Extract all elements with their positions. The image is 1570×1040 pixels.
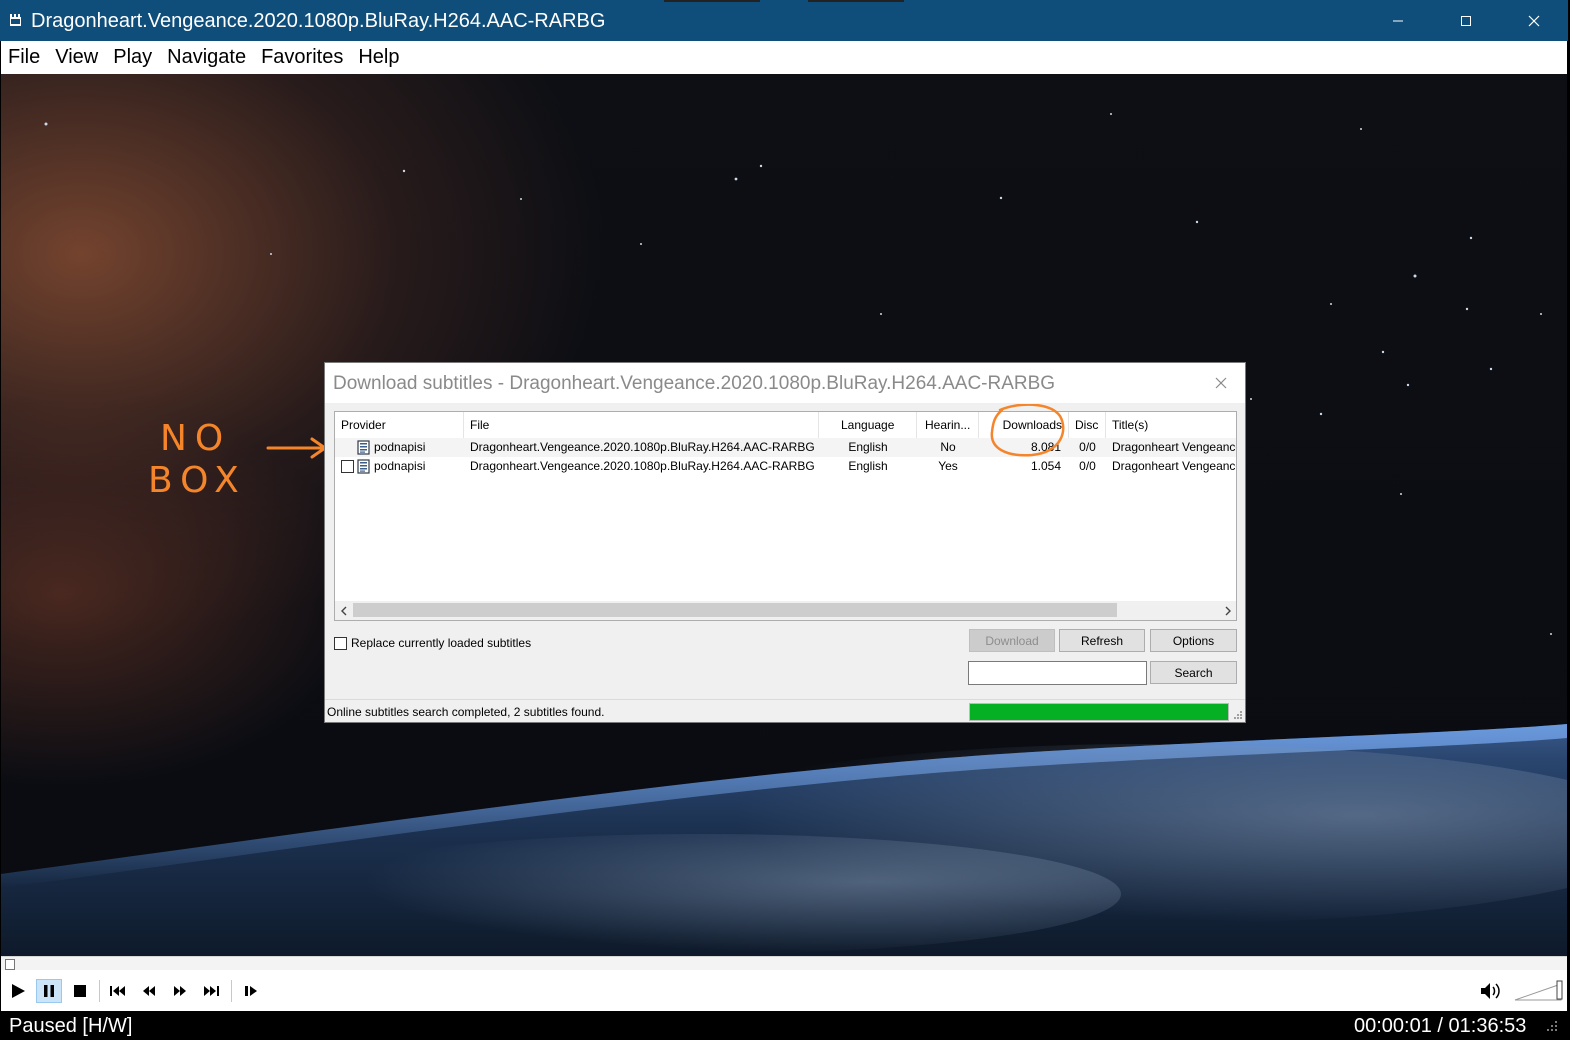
annotation-arrow-icon [266,437,327,459]
minimize-icon [1393,20,1403,21]
player-status-bar: Paused [H/W] 00:00:01 / 01:36:53 [1,1011,1567,1040]
skip-next-icon [204,986,219,996]
column-hearing[interactable]: Hearin... [917,412,979,438]
fast-forward-button[interactable] [167,979,193,1003]
scroll-thumb[interactable] [353,603,1117,617]
resize-grip-icon[interactable] [1233,710,1243,720]
skip-previous-button[interactable] [105,979,131,1003]
menu-play[interactable]: Play [113,46,152,69]
dialog-close-button[interactable] [1209,371,1233,395]
menu-favorites[interactable]: Favorites [261,46,343,69]
menu-bar: File View Play Navigate Favorites Help [1,41,1567,74]
close-button[interactable] [1500,0,1568,41]
pause-icon [44,985,54,997]
frame-step-icon [245,986,257,996]
time-display: 00:00:01 / 01:36:53 [1354,1015,1527,1037]
chevron-left-icon [340,606,346,615]
mpc-film-icon [10,14,21,26]
download-subtitles-dialog: Download subtitles - Dragonheart.Vengean… [324,362,1246,723]
cell-hearing: No [940,440,956,454]
column-provider[interactable]: Provider [335,412,464,438]
annotation-no: NO [160,418,232,459]
cell-language: English [848,459,888,473]
replace-subtitles-label: Replace currently loaded subtitles [351,636,532,650]
column-file[interactable]: File [464,412,819,438]
menu-help[interactable]: Help [358,46,399,69]
download-button[interactable]: Download [969,629,1055,652]
document-icon [357,459,370,474]
window-title: Dragonheart.Vengeance.2020.1080p.BluRay.… [31,10,606,32]
table-row[interactable]: podnapisi Dragonheart.Vengeance.2020.108… [335,457,1236,476]
play-button[interactable] [5,979,31,1003]
pause-button[interactable] [36,979,62,1003]
cell-file: Dragonheart.Vengeance.2020.1080p.BluRay.… [470,459,815,473]
minimize-button[interactable] [1364,0,1432,41]
seek-bar[interactable] [1,956,1567,970]
status-text: Online subtitles search completed, 2 sub… [327,705,605,719]
cell-downloads: 1.054 [1030,459,1061,473]
skip-previous-icon [110,986,125,996]
maximize-icon [1461,15,1471,26]
list-header: Provider File Language Hearin... Downloa… [335,412,1236,438]
control-separator [99,980,100,1002]
options-button[interactable]: Options [1150,629,1237,652]
cell-titles: Dragonheart Vengeance [1112,459,1236,473]
search-button[interactable]: Search [1150,661,1237,684]
frame-step-button[interactable] [238,979,264,1003]
seek-thumb[interactable] [5,959,15,970]
dialog-status-bar: Online subtitles search completed, 2 sub… [325,699,1245,722]
menu-file[interactable]: File [8,46,40,69]
horizontal-scrollbar[interactable] [335,601,1236,620]
window-titlebar: Dragonheart.Vengeance.2020.1080p.BluRay.… [0,0,1568,41]
cell-language: English [848,440,888,454]
rewind-icon [143,986,155,996]
search-input[interactable] [968,661,1147,685]
dialog-titlebar: Download subtitles - Dragonheart.Vengean… [325,363,1245,403]
cell-provider: podnapisi [374,459,426,473]
titlebar-accent [808,0,904,2]
control-separator [231,980,232,1002]
progress-fill [970,704,1228,720]
replace-subtitles-checkbox[interactable]: Replace currently loaded subtitles [334,635,531,651]
cell-disc: 0/0 [1079,440,1096,454]
speaker-icon[interactable] [1477,979,1503,1003]
rewind-button[interactable] [136,979,162,1003]
document-icon [357,440,370,455]
fast-forward-icon [174,986,186,996]
menu-navigate[interactable]: Navigate [167,46,246,69]
column-language[interactable]: Language [819,412,917,438]
maximize-button[interactable] [1432,0,1500,41]
checkbox-box[interactable] [334,636,347,650]
cell-titles: Dragonheart Vengeance [1112,440,1236,454]
stop-icon [74,985,86,997]
play-icon [12,984,25,998]
cell-disc: 0/0 [1079,459,1096,473]
column-titles[interactable]: Title(s) [1106,412,1236,438]
stop-button[interactable] [67,979,93,1003]
subtitles-list[interactable]: Provider File Language Hearin... Downloa… [334,411,1237,621]
playback-status: Paused [H/W] [9,1015,133,1037]
playback-controls [1,970,1567,1011]
scroll-left-button[interactable] [335,601,352,620]
scroll-right-button[interactable] [1219,601,1236,620]
table-row[interactable]: podnapisi Dragonheart.Vengeance.2020.108… [335,438,1236,457]
volume-slider[interactable] [1513,980,1565,1002]
cell-provider: podnapisi [374,440,426,454]
annotation-circle [990,404,1065,457]
dialog-title: Download subtitles - Dragonheart.Vengean… [333,373,1056,394]
skip-next-button[interactable] [198,979,224,1003]
refresh-button[interactable]: Refresh [1059,629,1145,652]
column-disc[interactable]: Disc [1069,412,1106,438]
close-icon [1215,377,1227,389]
annotation-box: BOX [148,460,247,501]
close-icon [1528,15,1540,26]
resize-grip-icon[interactable] [1541,1019,1559,1033]
titlebar-accent [664,0,760,2]
search-progress-bar [969,703,1229,721]
row-checkbox[interactable] [341,460,354,473]
chevron-right-icon [1225,606,1231,615]
menu-view[interactable]: View [55,46,98,69]
cell-hearing: Yes [938,459,958,473]
cell-file: Dragonheart.Vengeance.2020.1080p.BluRay.… [470,440,815,454]
